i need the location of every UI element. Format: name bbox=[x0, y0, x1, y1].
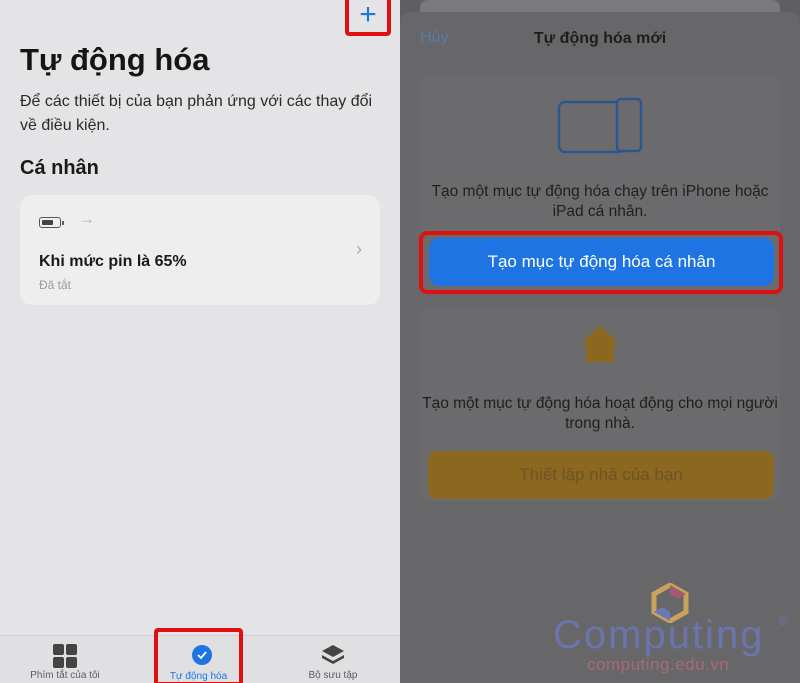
automation-card-status: Đã tắt bbox=[39, 278, 72, 292]
battery-icon bbox=[39, 217, 64, 228]
tab-automation[interactable]: Tự động hóa bbox=[154, 628, 243, 683]
arrow-right-icon: → bbox=[78, 209, 95, 228]
page-description: Để các thiết bị của bạn phản ứng với các… bbox=[20, 93, 373, 134]
plus-icon: + bbox=[359, 0, 377, 31]
grid-icon bbox=[53, 644, 77, 668]
add-automation-button[interactable]: + bbox=[345, 0, 391, 36]
automation-screen: + Tự động hóa Để các thiết bị của bạn ph… bbox=[0, 0, 400, 683]
sheet-stack-edge bbox=[420, 0, 780, 12]
watermark-url: computing.edu.vn bbox=[587, 655, 730, 674]
tab-label: Phím tắt của tôi bbox=[30, 670, 100, 681]
automation-card[interactable]: → Khi mức pin là 65% Đã tắt › bbox=[20, 195, 380, 305]
new-automation-sheet: Hủy Tự động hóa mới Tạo một mục tự động … bbox=[400, 0, 800, 683]
sheet-title: Tự động hóa mới bbox=[533, 30, 667, 47]
personal-automation-text: Tạo một mục tự động hóa chạy trên iPhone… bbox=[431, 183, 769, 220]
chevron-right-icon: › bbox=[356, 239, 362, 259]
highlight-frame bbox=[419, 231, 783, 294]
home-automation-text: Tạo một mục tự động hóa hoạt động cho mọ… bbox=[422, 395, 778, 432]
tab-label: Tự động hóa bbox=[169, 671, 228, 682]
automation-card-title: Khi mức pin là 65% bbox=[39, 253, 187, 270]
ipad-iphone-icon bbox=[557, 97, 643, 154]
watermark-brand: Computing bbox=[553, 613, 765, 657]
new-automation-screen: Hủy Tự động hóa mới Tạo một mục tự động … bbox=[400, 0, 800, 683]
automation-clock-icon bbox=[192, 645, 212, 665]
page-title: Tự động hóa bbox=[20, 42, 210, 77]
watermark-registered-mark: ® bbox=[778, 613, 788, 628]
tab-label: Bộ sưu tập bbox=[308, 670, 358, 681]
home-icon bbox=[581, 326, 619, 362]
gallery-layers-icon bbox=[322, 645, 344, 664]
set-up-home-button[interactable]: Thiết lập nhà của bạn bbox=[428, 451, 774, 499]
section-heading-personal: Cá nhân bbox=[20, 157, 99, 179]
